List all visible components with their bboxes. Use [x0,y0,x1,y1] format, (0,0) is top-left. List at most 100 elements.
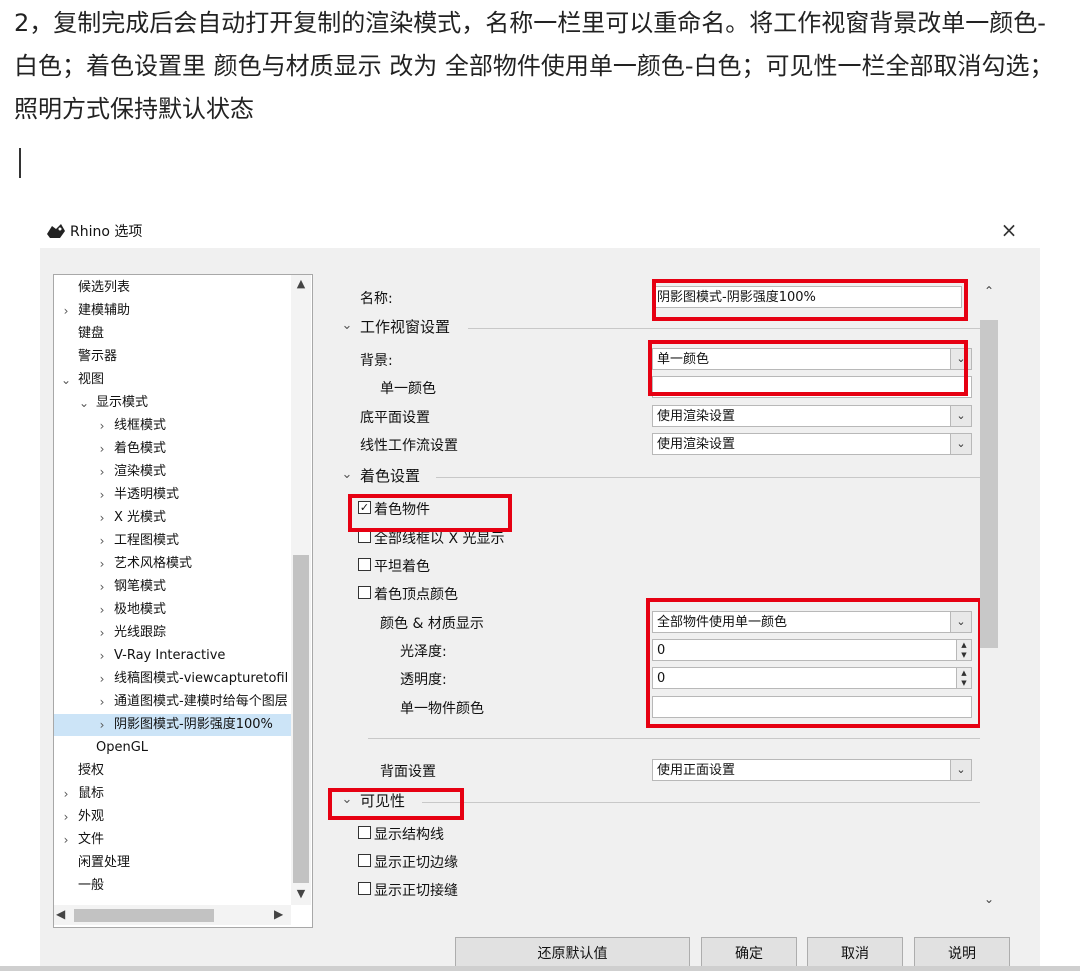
tree-item-ghosted[interactable]: ›半透明模式 [54,484,291,506]
tree-item-candidates[interactable]: 候选列表 [54,277,291,299]
chevron-down-icon[interactable]: ⌄ [950,759,972,781]
vertex-colors-label: 着色顶点颜色 [374,584,458,604]
settings-scroll-thumb[interactable] [980,320,998,648]
chevron-right-icon[interactable]: › [59,783,73,805]
tree-item-mouse[interactable]: ›鼠标 [54,783,291,805]
tree-item-idle-processor[interactable]: 闲置处理 [54,852,291,874]
tree-item-shadow-mode[interactable]: ›阴影图模式-阴影强度100% [54,714,291,736]
chevron-right-icon[interactable]: › [95,507,109,529]
chevron-right-icon[interactable]: › [95,438,109,460]
tree-scroll-thumb[interactable] [293,555,309,883]
chevron-right-icon[interactable]: › [95,415,109,437]
title-bar: Rhino 选项 × [40,212,1040,248]
tree-item-licenses[interactable]: 授权 [54,760,291,782]
tree-item-appearance[interactable]: ›外观 [54,806,291,828]
tree-item-line-mode[interactable]: ›线稿图模式-viewcapturetofil [54,668,291,690]
chevron-right-icon[interactable]: › [95,461,109,483]
show-tangent-seams-checkbox[interactable] [358,882,371,895]
show-tangent-edges-checkbox[interactable] [358,854,371,867]
chevron-right-icon[interactable]: › [95,553,109,575]
spin-buttons[interactable]: ▲▼ [956,667,972,689]
shade-objects-label: 着色物件 [374,499,430,519]
tree-item-keyboard[interactable]: 键盘 [54,323,291,345]
tree-item-vray-interactive[interactable]: ›V-Ray Interactive [54,645,291,667]
chevron-right-icon[interactable]: › [95,599,109,621]
single-color-swatch[interactable] [652,376,972,398]
scroll-up-icon[interactable]: ▲ [291,277,311,290]
chevron-down-icon[interactable]: ⌄ [59,369,73,391]
name-input[interactable]: 阴影图模式-阴影强度100% [652,286,962,308]
options-tree: 候选列表 ›建模辅助 键盘 警示器 ⌄视图 ⌄显示模式 ›线框模式 ›着色模式 … [53,274,313,928]
linear-workflow-select[interactable]: 使用渲染设置 [652,433,956,455]
chevron-down-icon[interactable]: ⌄ [77,392,91,414]
chevron-right-icon[interactable]: › [95,668,109,690]
vertex-colors-checkbox[interactable] [358,586,371,599]
scroll-up-icon[interactable]: ⌃ [980,284,998,298]
chevron-down-icon[interactable]: ⌄ [340,792,354,807]
chevron-right-icon[interactable]: › [95,484,109,506]
tree-item-rendered[interactable]: ›渲染模式 [54,461,291,483]
chevron-down-icon[interactable]: ⌄ [950,405,972,427]
viewport-section-title: 工作视窗设置 [360,316,450,337]
chevron-down-icon[interactable]: ⌄ [950,348,972,370]
tree-item-view[interactable]: ⌄视图 [54,369,291,391]
tree-item-wireframe[interactable]: ›线框模式 [54,415,291,437]
chevron-right-icon[interactable]: › [95,691,109,713]
color-material-select[interactable]: 全部物件使用单一颜色 [652,611,956,633]
chevron-right-icon[interactable]: › [95,714,109,736]
tree-item-channel-mode[interactable]: ›通道图模式-建模时给每个图层 [54,691,291,713]
chevron-down-icon[interactable]: ⌄ [340,467,354,482]
tree-hscroll-thumb[interactable] [74,909,214,922]
show-isocurves-checkbox[interactable] [358,826,371,839]
chevron-right-icon[interactable]: › [59,829,73,851]
scroll-down-icon[interactable]: ⌄ [980,892,998,906]
tree-item-modeling-aids[interactable]: ›建模辅助 [54,300,291,322]
chevron-right-icon[interactable]: › [95,645,109,667]
tree-item-alerts[interactable]: 警示器 [54,346,291,368]
tree-item-label: 工程图模式 [114,530,179,552]
tree-item-opengl[interactable]: OpenGL [54,737,291,759]
gloss-input[interactable]: 0 [652,639,958,661]
spin-buttons[interactable]: ▲▼ [956,639,972,661]
transparency-input[interactable]: 0 [652,667,958,689]
shade-objects-checkbox[interactable]: ✓ [358,501,371,514]
close-icon[interactable]: × [995,216,1023,244]
section-divider [368,738,988,739]
text-cursor [19,148,21,178]
chevron-right-icon[interactable]: › [59,806,73,828]
chevron-down-icon[interactable]: ⌄ [950,433,972,455]
name-label: 名称: [360,288,393,308]
single-object-color-swatch[interactable] [652,696,972,718]
tree-item-artistic[interactable]: ›艺术风格模式 [54,553,291,575]
tree-item-label: 一般 [78,875,104,897]
tree-item-arctic[interactable]: ›极地模式 [54,599,291,621]
tree-item-pen[interactable]: ›钢笔模式 [54,576,291,598]
tree-item-display-modes[interactable]: ⌄显示模式 [54,392,291,414]
tree-item-technical[interactable]: ›工程图模式 [54,530,291,552]
tree-item-raytraced[interactable]: ›光线跟踪 [54,622,291,644]
page-bottom-bar [0,966,1080,971]
chevron-down-icon[interactable]: ⌄ [340,318,354,333]
scroll-down-icon[interactable]: ▼ [291,887,311,900]
tree-item-general[interactable]: 一般 [54,875,291,897]
tree-item-label: 视图 [78,369,104,391]
ground-plane-select[interactable]: 使用渲染设置 [652,405,956,427]
background-select[interactable]: 单一颜色 [652,348,956,370]
flat-shading-checkbox[interactable] [358,558,371,571]
chevron-right-icon[interactable]: › [95,530,109,552]
show-tangent-seams-label: 显示正切接缝 [374,880,458,900]
tree-item-files[interactable]: ›文件 [54,829,291,851]
backface-select[interactable]: 使用正面设置 [652,759,956,781]
tree-item-label: 钢笔模式 [114,576,166,598]
chevron-right-icon[interactable]: › [59,300,73,322]
tree-item-shaded[interactable]: ›着色模式 [54,438,291,460]
chevron-right-icon[interactable]: › [95,622,109,644]
chevron-right-icon[interactable]: › [95,576,109,598]
section-divider [468,328,988,329]
scroll-right-icon[interactable]: ▶ [274,907,283,921]
tree-item-label: X 光模式 [114,507,166,529]
xray-wireframe-checkbox[interactable] [358,530,371,543]
scroll-left-icon[interactable]: ◀ [56,907,65,921]
chevron-down-icon[interactable]: ⌄ [950,611,972,633]
tree-item-xray[interactable]: ›X 光模式 [54,507,291,529]
